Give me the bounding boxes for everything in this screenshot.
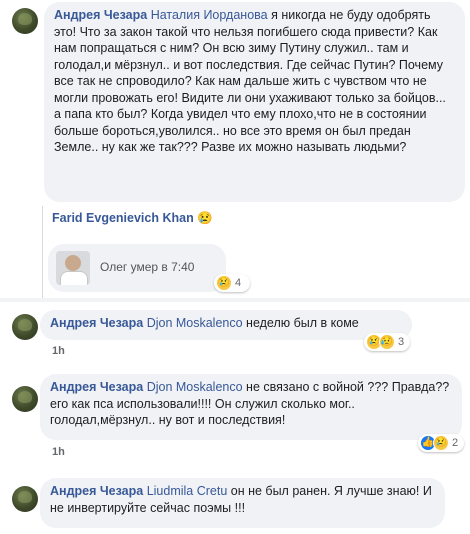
mention-tag[interactable]: Liudmila Cretu	[147, 484, 228, 498]
comment-author[interactable]: Андрея Чезара	[50, 484, 143, 498]
sad-emoji-icon: 😢	[197, 211, 213, 225]
comment-timestamp[interactable]: 1h	[52, 446, 65, 458]
reply-author-row: Farid Evgenievich Khan 😢	[52, 211, 213, 226]
reply-thumbnail[interactable]	[56, 251, 90, 285]
comment-timestamp[interactable]: 1h	[52, 345, 65, 357]
reaction-count: 4	[235, 277, 242, 289]
sad-reaction-icon: 😢	[433, 435, 449, 451]
avatar[interactable]	[12, 486, 38, 512]
reply-bubble: Олег умер в 7:40	[48, 244, 226, 292]
reaction-count: 2	[452, 437, 459, 449]
sad-reaction-icon: 😥	[379, 334, 395, 350]
reply-inner-text: Олег умер в 7:40	[100, 260, 195, 274]
reactions-badge[interactable]: 😢 4	[214, 274, 250, 292]
mention-tag[interactable]: Djon Moskalenco	[147, 316, 243, 330]
thread-divider	[0, 298, 470, 302]
mention-tag[interactable]: Djon Moskalenco	[147, 380, 243, 394]
comment-text: неделю был в коме	[242, 316, 359, 330]
comment-author[interactable]: Андрея Чезара	[54, 8, 147, 22]
comment-bubble-3: Андрея Чезара Djon Moskalenco не связано…	[40, 374, 462, 440]
avatar[interactable]	[12, 8, 38, 34]
comment-author[interactable]: Андрея Чезара	[50, 316, 143, 330]
comment-bubble-4: Андрея Чезара Liudmila Cretu он не был р…	[40, 478, 445, 528]
reactions-badge[interactable]: 😢 😥 3	[364, 333, 410, 351]
reactions-badge[interactable]: 👍 😢 2	[418, 434, 464, 452]
sad-reaction-icon: 😢	[216, 275, 232, 291]
comment-text: я никогда не буду одобрять это! Что за з…	[54, 8, 446, 154]
reply-author[interactable]: Farid Evgenievich Khan	[52, 211, 194, 225]
mention-tag[interactable]: Наталия Иорданова	[151, 8, 268, 22]
reply-card: Farid Evgenievich Khan 😢 Олег умер в 7:4…	[44, 206, 274, 298]
avatar[interactable]	[12, 314, 38, 340]
avatar[interactable]	[12, 386, 38, 412]
comment-bubble-1: Андрея Чезара Наталия Иорданова я никогд…	[44, 2, 465, 202]
thread-line	[42, 206, 43, 298]
comment-author[interactable]: Андрея Чезара	[50, 380, 143, 394]
comment-bubble-2: Андрея Чезара Djon Moskalenco неделю был…	[40, 310, 412, 340]
reaction-count: 3	[398, 336, 405, 348]
